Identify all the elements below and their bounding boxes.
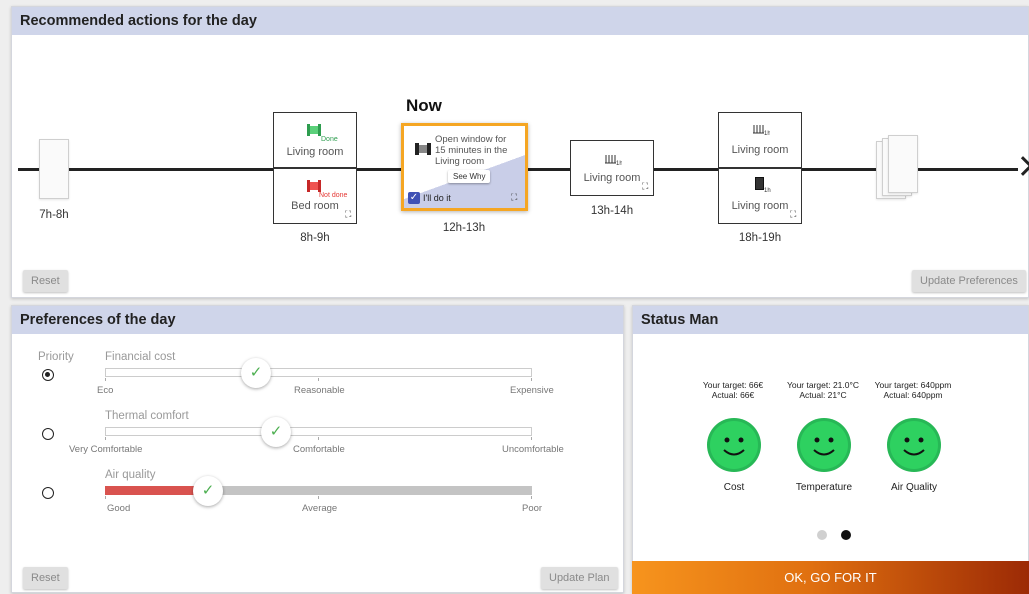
thermal-comfort-slider-handle[interactable]: ✓ (261, 417, 291, 447)
update-preferences-button[interactable]: Update Preferences (912, 270, 1026, 292)
heater-icon: 1h (752, 122, 771, 137)
slot-time: 8h-9h (300, 232, 330, 244)
action-card-living-room[interactable]: 1h Living room ⛶ (718, 168, 802, 224)
action-card-living-room-done[interactable]: Done Living room (273, 112, 357, 168)
slider-label: Air quality (105, 469, 156, 481)
financial-cost-slider-handle[interactable]: ✓ (241, 358, 271, 388)
panel-title: Recommended actions for the day (12, 7, 1028, 35)
metric-label: Temperature (795, 482, 853, 493)
collapse-icon[interactable]: ⛶ (511, 192, 517, 203)
tick-mark (318, 378, 319, 381)
timeline-arrow-icon (1013, 156, 1029, 176)
action-text: Open window for 15 minutes in the Living… (435, 134, 508, 167)
radiator-icon (307, 179, 321, 192)
now-label: Now (406, 96, 442, 115)
action-card-living-room[interactable]: 1h Living room ⛶ (570, 140, 654, 196)
room-label: Living room (286, 146, 344, 158)
tick-mark (105, 378, 106, 381)
reset-button[interactable]: Reset (23, 567, 68, 589)
expand-icon[interactable]: ⛶ (642, 181, 648, 192)
tick-label: Poor (522, 503, 543, 514)
see-why-button[interactable]: See Why (448, 170, 491, 183)
tick-mark (318, 496, 319, 499)
panel-title: Preferences of the day (12, 306, 623, 334)
tick-mark (105, 437, 106, 440)
actual-text: Actual: 66€ (711, 390, 755, 400)
tick-label: Eco (97, 385, 114, 396)
tick-label: Uncomfortable (502, 444, 564, 455)
air-quality-fill (105, 486, 197, 495)
cost-smiley-icon (710, 421, 758, 469)
tick-label: Very Comfortable (69, 444, 143, 455)
actual-text: Actual: 21°C (799, 390, 847, 400)
status-badge: Done (321, 136, 338, 143)
target-text: Your target: 640ppm (874, 380, 952, 390)
air-quality-slider-handle[interactable]: ✓ (193, 476, 223, 506)
tick-mark (105, 496, 106, 499)
status-badge: Not done (319, 192, 348, 199)
action-card-living-room[interactable]: 1h Living room (718, 112, 802, 168)
actual-text: Actual: 640ppm (883, 390, 943, 400)
slot-time: 13h-14h (590, 205, 634, 217)
expand-icon[interactable]: ⛶ (790, 209, 796, 220)
room-label: Living room (731, 200, 789, 212)
heater-icon: 1h (604, 152, 623, 167)
update-plan-button[interactable]: Update Plan (541, 567, 618, 589)
priority-radio-financial[interactable] (42, 369, 54, 381)
slider-label: Financial cost (105, 351, 176, 363)
thermal-comfort-track[interactable] (105, 427, 532, 436)
target-text: Your target: 66€ (702, 380, 764, 390)
priority-radio-air-quality[interactable] (42, 487, 54, 499)
radiator-icon (307, 123, 321, 136)
tick-label: Good (107, 503, 131, 514)
room-label: Bed room (291, 200, 339, 212)
svg-text:1h: 1h (616, 161, 622, 166)
tick-label: Comfortable (293, 444, 345, 455)
tick-label: Reasonable (294, 385, 345, 396)
tick-mark (531, 437, 532, 440)
temperature-target: Your target: 21.0°C Actual: 21°C (778, 380, 868, 400)
expand-icon[interactable]: ⛶ (345, 209, 351, 220)
slot-time: 12h-13h (442, 222, 486, 234)
slider-label: Thermal comfort (105, 410, 189, 422)
svg-text:1h: 1h (764, 188, 771, 193)
room-label: Living room (583, 172, 641, 184)
ill-do-it-checkbox[interactable]: ✓ (408, 192, 420, 204)
tick-label: Expensive (510, 385, 554, 396)
tick-mark (531, 378, 532, 381)
panel-title: Status Man (633, 306, 1028, 334)
cost-target: Your target: 66€ Actual: 66€ (688, 380, 778, 400)
priority-radio-thermal[interactable] (42, 428, 54, 440)
door-icon: 1h (755, 177, 771, 194)
page-indicator-1[interactable] (817, 530, 827, 540)
recommended-actions-panel: Recommended actions for the day 7h-8h Do… (11, 6, 1029, 298)
ill-do-it-label: I'll do it (423, 193, 451, 203)
go-for-it-button[interactable]: OK, GO FOR IT (632, 561, 1029, 594)
air-quality-target: Your target: 640ppm Actual: 640ppm (868, 380, 958, 400)
room-label: Living room (731, 144, 789, 156)
air-quality-smiley-icon (890, 421, 938, 469)
status-panel: Status Man Your target: 66€ Actual: 66€ … (632, 305, 1029, 593)
reset-button[interactable]: Reset (23, 270, 68, 292)
metric-label: Cost (723, 482, 745, 493)
tick-mark (318, 437, 319, 440)
metric-label: Air Quality (890, 482, 938, 493)
current-action-card[interactable]: Open window for 15 minutes in the Living… (401, 123, 528, 211)
svg-text:1h: 1h (764, 131, 770, 136)
future-slot-card[interactable] (888, 135, 918, 193)
preferences-panel: Preferences of the day Priority Financia… (11, 305, 624, 593)
financial-cost-track[interactable] (105, 368, 532, 377)
window-icon (415, 142, 431, 155)
target-text: Your target: 21.0°C (786, 380, 860, 390)
slot-time: 18h-19h (738, 232, 782, 244)
past-slot-card[interactable] (39, 139, 69, 199)
page-indicator-2[interactable] (841, 530, 851, 540)
tick-mark (531, 496, 532, 499)
tick-label: Average (302, 503, 338, 514)
priority-label: Priority (38, 351, 74, 363)
temperature-smiley-icon (800, 421, 848, 469)
action-card-bed-room-not-done[interactable]: Not done Bed room ⛶ (273, 168, 357, 224)
slot-time: 7h-8h (39, 209, 69, 221)
